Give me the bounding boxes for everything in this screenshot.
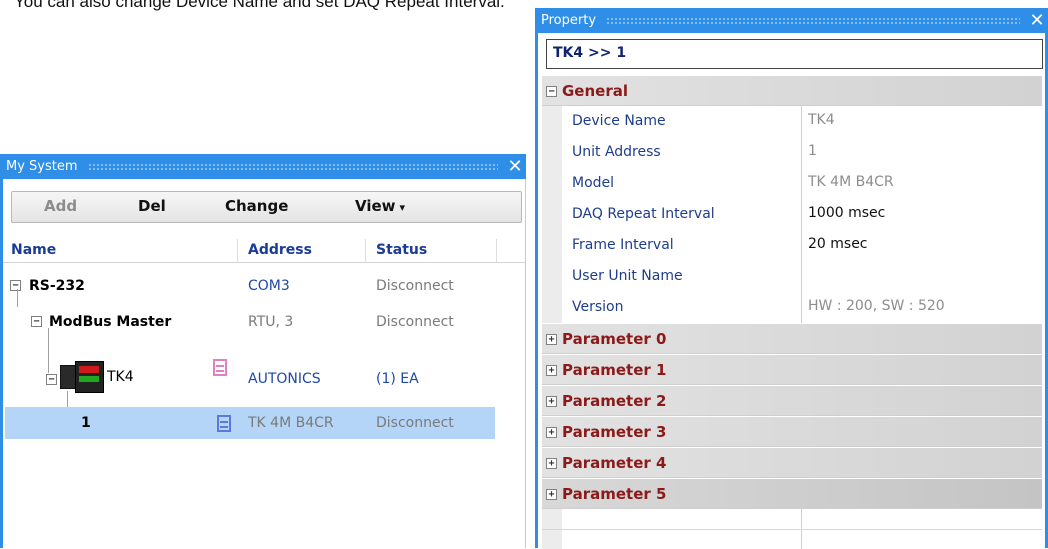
- collapse-icon[interactable]: −: [10, 280, 21, 291]
- group-label: Parameter 2: [562, 392, 667, 410]
- expand-icon[interactable]: +: [546, 365, 557, 376]
- grid-row-line: [542, 529, 1042, 530]
- my-system-toolbar: Add Del Change View ▾: [11, 191, 522, 223]
- address-cell: TK 4M B4CR: [248, 415, 334, 431]
- group-parameter-1[interactable]: + Parameter 1: [542, 354, 1042, 385]
- add-button[interactable]: Add: [44, 197, 77, 215]
- property-key: DAQ Repeat Interval: [572, 206, 715, 222]
- group-label: General: [562, 82, 628, 100]
- property-row-model[interactable]: Model TK 4M B4CR: [542, 168, 1042, 199]
- caption-text: You can also change Device Name and set …: [14, 0, 505, 11]
- property-panel: Property ✕ TK4 >> 1 − General Device Nam…: [535, 8, 1048, 549]
- column-address-header[interactable]: Address: [248, 242, 312, 258]
- property-value: TK 4M B4CR: [808, 174, 894, 190]
- group-label: Parameter 1: [562, 361, 667, 379]
- chevron-down-icon: ▾: [399, 201, 406, 214]
- tree-label: ModBus Master: [49, 314, 172, 330]
- property-key: Device Name: [572, 113, 666, 129]
- device-list-icon: [213, 359, 227, 376]
- group-parameter-0[interactable]: + Parameter 0: [542, 323, 1042, 354]
- collapse-icon[interactable]: −: [546, 86, 557, 97]
- close-icon[interactable]: ✕: [1026, 10, 1048, 31]
- group-general[interactable]: − General: [542, 75, 1042, 106]
- property-row-daq-repeat-interval[interactable]: DAQ Repeat Interval 1000 msec: [542, 199, 1042, 230]
- tree-row-unit-1[interactable]: 1 TK 4M B4CR Disconnect: [5, 407, 495, 439]
- property-row-version[interactable]: Version HW : 200, SW : 520: [542, 292, 1042, 323]
- status-cell: Disconnect: [376, 415, 454, 431]
- property-row-frame-interval[interactable]: Frame Interval 20 msec: [542, 230, 1042, 261]
- property-value[interactable]: TK4: [808, 112, 835, 128]
- property-row-unit-address[interactable]: Unit Address 1: [542, 137, 1042, 168]
- address-cell: RTU, 3: [248, 314, 294, 330]
- property-value[interactable]: 20 msec: [808, 236, 868, 252]
- column-separator: [237, 239, 238, 263]
- change-button[interactable]: Change: [225, 197, 288, 215]
- tree-label: TK4: [107, 369, 134, 385]
- collapse-icon[interactable]: −: [46, 374, 57, 385]
- status-cell: Disconnect: [376, 314, 454, 330]
- property-key: Unit Address: [572, 144, 661, 160]
- tree-line: [67, 391, 68, 407]
- column-name-header[interactable]: Name: [11, 242, 56, 258]
- property-key: Version: [572, 299, 624, 315]
- my-system-titlebar[interactable]: My System ✕: [0, 154, 526, 179]
- titlebar-grip: [87, 163, 498, 170]
- property-value[interactable]: 1000 msec: [808, 205, 885, 221]
- property-titlebar[interactable]: Property ✕: [535, 8, 1048, 33]
- property-key: User Unit Name: [572, 268, 683, 284]
- device-list-icon: [217, 415, 231, 432]
- group-label: Parameter 4: [562, 454, 667, 472]
- group-parameter-3[interactable]: + Parameter 3: [542, 416, 1042, 447]
- collapse-icon[interactable]: −: [31, 316, 42, 327]
- view-label: View: [355, 197, 396, 215]
- close-icon[interactable]: ✕: [504, 156, 526, 177]
- tree-row-tk4[interactable]: − TK4 AUTONICS (1) EA: [3, 357, 493, 399]
- column-header-row: Name Address Status: [3, 239, 525, 263]
- view-menu-button[interactable]: View ▾: [355, 197, 405, 215]
- tree-row-modbus-master[interactable]: − ModBus Master RTU, 3 Disconnect: [3, 311, 493, 337]
- status-cell: (1) EA: [376, 371, 419, 387]
- column-separator: [496, 239, 497, 263]
- group-label: Parameter 0: [562, 330, 667, 348]
- tree-row-rs232[interactable]: − RS-232 COM3 Disconnect: [3, 275, 493, 301]
- group-parameter-5[interactable]: + Parameter 5: [542, 478, 1042, 509]
- tree-line: [17, 289, 18, 307]
- group-label: Parameter 3: [562, 423, 667, 441]
- group-parameter-2[interactable]: + Parameter 2: [542, 385, 1042, 416]
- tree-label: RS-232: [29, 278, 85, 294]
- group-parameter-4[interactable]: + Parameter 4: [542, 447, 1042, 478]
- expand-icon[interactable]: +: [546, 489, 557, 500]
- address-cell: COM3: [248, 278, 290, 294]
- property-key: Frame Interval: [572, 237, 674, 253]
- expand-icon[interactable]: +: [546, 396, 557, 407]
- property-key: Model: [572, 175, 615, 191]
- my-system-title: My System: [6, 159, 78, 174]
- expand-icon[interactable]: +: [546, 334, 557, 345]
- titlebar-grip: [606, 17, 1020, 24]
- my-system-panel: My System ✕ Add Del Change View ▾ Name Ad…: [0, 154, 530, 548]
- breadcrumb: TK4 >> 1: [546, 39, 1043, 69]
- group-label: Parameter 5: [562, 485, 667, 503]
- column-status-header[interactable]: Status: [376, 242, 427, 258]
- tree-label: 1: [81, 415, 91, 431]
- property-title: Property: [541, 13, 597, 28]
- column-separator: [365, 239, 366, 263]
- property-row-user-unit-name[interactable]: User Unit Name: [542, 261, 1042, 292]
- property-value: 1: [808, 143, 817, 159]
- expand-icon[interactable]: +: [546, 427, 557, 438]
- address-cell: AUTONICS: [248, 371, 321, 387]
- property-row-device-name[interactable]: Device Name TK4: [542, 106, 1042, 137]
- expand-icon[interactable]: +: [546, 458, 557, 469]
- property-value: HW : 200, SW : 520: [808, 298, 945, 314]
- status-cell: Disconnect: [376, 278, 454, 294]
- del-button[interactable]: Del: [138, 197, 166, 215]
- controller-device-icon: [60, 361, 104, 393]
